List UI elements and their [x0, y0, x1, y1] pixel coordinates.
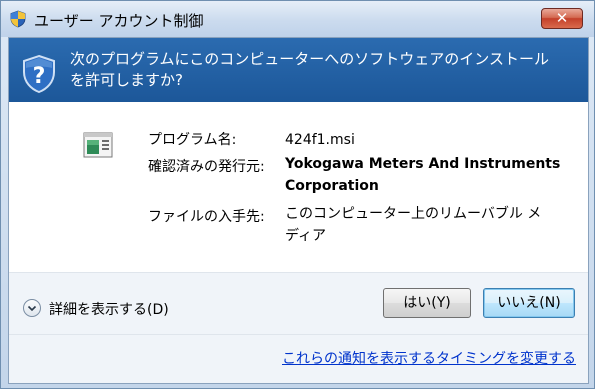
publisher-label: 確認済みの発行元:	[148, 159, 265, 175]
question-line-1: 次のプログラムにこのコンピューターへのソフトウェアのインストール	[70, 50, 549, 68]
origin-value: このコンピューター上のリムーバブル メ ディア	[285, 203, 541, 247]
origin-value-line-1: このコンピューター上のリムーバブル メ	[285, 206, 542, 222]
publisher-value-line-2: Corporation	[285, 178, 379, 194]
uac-dialog-window: ユーザー アカウント制御 ✕ ? 次のプログラムにこのコンピューターへのソフトウ…	[0, 0, 595, 389]
dialog-footer: 詳細を表示する(D) はい(Y) いいえ(N) これらの通知を表示するタイミング…	[9, 272, 588, 383]
question-text: 次のプログラムにこのコンピューターへのソフトウェアのインストール を許可しますか…	[70, 49, 580, 91]
installer-app-icon	[83, 132, 113, 158]
publisher-value: Yokogawa Meters And Instruments Corporat…	[285, 153, 560, 197]
origin-value-line-2: ディア	[285, 228, 327, 244]
title-bar[interactable]: ユーザー アカウント制御 ✕	[1, 1, 594, 37]
no-button[interactable]: いいえ(N)	[483, 288, 575, 318]
footer-divider	[9, 334, 588, 335]
uac-shield-icon	[10, 10, 26, 28]
window-title: ユーザー アカウント制御	[34, 12, 204, 30]
question-banner: ? 次のプログラムにこのコンピューターへのソフトウェアのインストール を許可しま…	[9, 38, 588, 102]
program-details: プログラム名: 424f1.msi 確認済みの発行元: Yokogawa Met…	[9, 102, 588, 272]
question-line-2: を許可しますか?	[70, 71, 183, 89]
close-button[interactable]: ✕	[541, 8, 583, 29]
show-details-toggle[interactable]	[23, 299, 41, 317]
publisher-value-line-1: Yokogawa Meters And Instruments	[285, 156, 561, 172]
chevron-down-icon	[27, 305, 37, 312]
svg-text:?: ?	[33, 64, 46, 89]
program-name-label: プログラム名:	[148, 132, 237, 148]
yes-button[interactable]: はい(Y)	[383, 288, 471, 318]
origin-label: ファイルの入手先:	[148, 209, 265, 225]
program-name-value: 424f1.msi	[285, 132, 355, 148]
show-details-label[interactable]: 詳細を表示する(D)	[49, 299, 169, 319]
dialog-content: ? 次のプログラムにこのコンピューターへのソフトウェアのインストール を許可しま…	[8, 37, 589, 384]
notification-settings-link[interactable]: これらの通知を表示するタイミングを変更する	[282, 348, 576, 368]
question-shield-icon: ?	[23, 54, 55, 94]
